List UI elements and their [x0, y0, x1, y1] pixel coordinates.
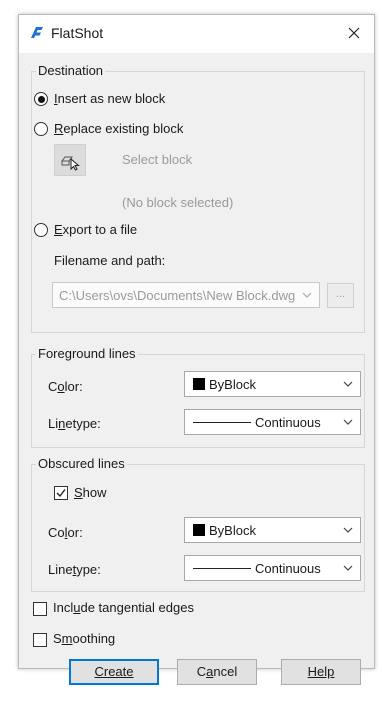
- replace-existing-block-radio[interactable]: [34, 122, 48, 136]
- foreground-lines-group: Foreground lines Color: ByBlock Linetype…: [31, 346, 365, 448]
- obscured-color-value: ByBlock: [209, 523, 256, 538]
- insert-new-block-radio[interactable]: [34, 92, 48, 106]
- title-bar: FlatShot: [19, 15, 374, 53]
- color-swatch: [193, 524, 205, 536]
- help-button[interactable]: Help: [281, 659, 361, 685]
- obscured-color-select[interactable]: ByBlock: [184, 517, 361, 543]
- help-button-label: Help: [307, 664, 335, 679]
- close-icon: [348, 27, 360, 39]
- tangential-edges-label[interactable]: Include tangential edges: [53, 600, 194, 615]
- smoothing-checkbox[interactable]: [33, 633, 47, 647]
- flatshot-dialog: FlatShot Destination Insert as new block…: [18, 14, 375, 685]
- obscured-group-label: Obscured lines: [36, 456, 127, 471]
- filename-label: Filename and path:: [54, 253, 166, 268]
- obscured-color-label: Color:: [48, 525, 83, 540]
- foreground-color-label: Color:: [48, 379, 83, 394]
- export-to-file-label[interactable]: Export to a file: [54, 222, 137, 237]
- smoothing-label[interactable]: Smoothing: [53, 631, 115, 646]
- obscured-linetype-value: Continuous: [255, 561, 321, 576]
- tangential-edges-checkbox[interactable]: [33, 602, 47, 616]
- linetype-preview: [193, 568, 251, 569]
- select-block-label: Select block: [122, 152, 193, 167]
- window-title: FlatShot: [51, 25, 104, 41]
- filename-value: C:\Users\ovs\Documents\New Block.dwg: [59, 288, 295, 303]
- destination-group-label: Destination: [36, 63, 106, 78]
- cancel-button[interactable]: Cancel: [177, 659, 257, 685]
- obscured-linetype-label: Linetype:: [48, 562, 101, 577]
- select-block-icon: [61, 156, 80, 171]
- no-block-selected-text: (No block selected): [122, 195, 234, 210]
- insert-new-block-label[interactable]: Insert as new block: [54, 91, 165, 106]
- color-swatch: [193, 378, 205, 390]
- obscured-linetype-select[interactable]: Continuous: [184, 555, 361, 581]
- filename-combo[interactable]: C:\Users\ovs\Documents\New Block.dwg: [52, 282, 320, 308]
- obscured-lines-group: Obscured lines Show Color: ByBlock Linet…: [31, 456, 365, 592]
- linetype-preview: [193, 422, 251, 423]
- close-button[interactable]: [340, 19, 368, 47]
- chevron-down-icon: [302, 292, 312, 298]
- foreground-linetype-select[interactable]: Continuous: [184, 409, 361, 435]
- checkmark-icon: [56, 489, 66, 498]
- destination-group: Destination Insert as new block Replace …: [31, 63, 365, 333]
- foreground-color-select[interactable]: ByBlock: [184, 371, 361, 397]
- flatshot-app-icon: [31, 27, 43, 38]
- chevron-down-icon: [343, 381, 353, 387]
- show-checkbox[interactable]: [54, 486, 68, 500]
- foreground-color-value: ByBlock: [209, 377, 256, 392]
- chevron-down-icon: [343, 419, 353, 425]
- select-block-button[interactable]: [54, 144, 86, 176]
- create-button[interactable]: Create: [69, 659, 159, 685]
- create-button-label: Create: [94, 664, 134, 679]
- chevron-down-icon: [343, 565, 353, 571]
- foreground-linetype-label: Linetype:: [48, 416, 101, 431]
- replace-existing-block-label[interactable]: Replace existing block: [54, 121, 183, 136]
- export-to-file-radio[interactable]: [34, 223, 48, 237]
- show-label[interactable]: Show: [74, 485, 107, 500]
- foreground-linetype-value: Continuous: [255, 415, 321, 430]
- chevron-down-icon: [343, 527, 353, 533]
- browse-button[interactable]: ...: [327, 283, 354, 308]
- foreground-group-label: Foreground lines: [36, 346, 138, 361]
- cancel-button-label: Cancel: [196, 664, 238, 679]
